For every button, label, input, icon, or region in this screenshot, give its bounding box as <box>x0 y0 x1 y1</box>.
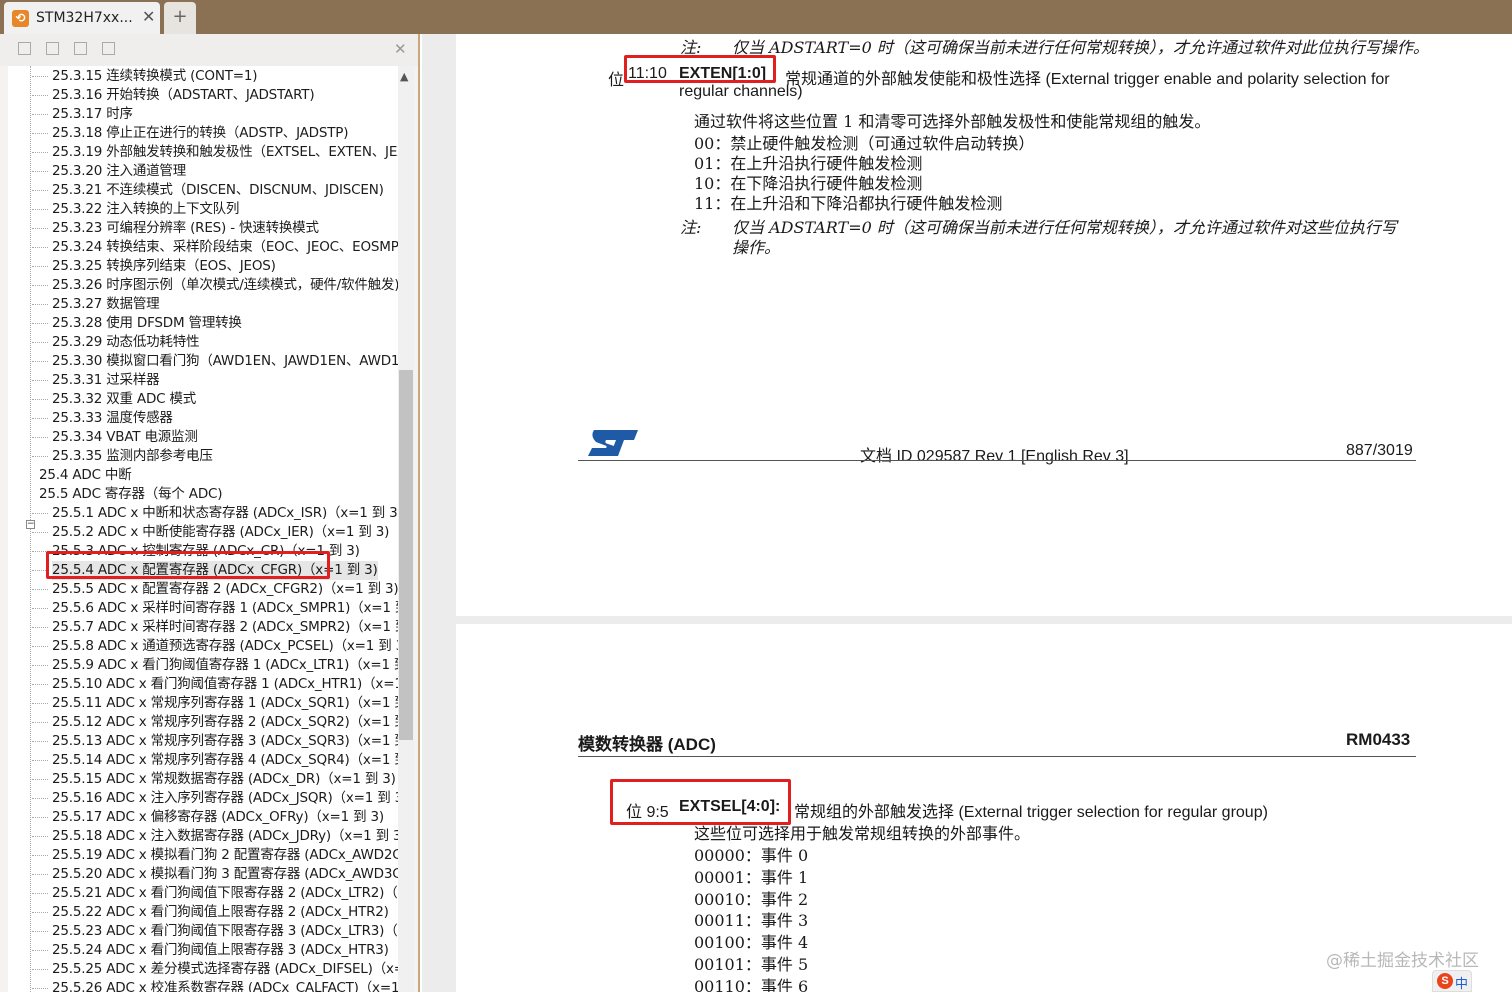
new-tab-button[interactable]: + <box>164 2 196 34</box>
sidebar-toolbar: ✕ <box>0 34 418 66</box>
bookmark-item[interactable]: 25.3.25 转换序列结束（EOS、JEOS) <box>32 257 276 276</box>
highlight-box <box>610 779 791 825</box>
bookmark-item[interactable]: 25.5.19 ADC x 模拟看门狗 2 配置寄存器 (ADCx_AWD2CR <box>32 846 398 865</box>
bookmark-item[interactable]: 25.5.1 ADC x 中断和状态寄存器 (ADCx_ISR)（x=1 到 3… <box>32 504 398 523</box>
sidebar-scrollbar[interactable]: ▲ <box>398 66 414 992</box>
ime-indicator[interactable]: S 中 <box>1432 970 1472 992</box>
footer-doc-id: 文档 ID 029587 Rev 1 [English Rev 3] <box>860 448 1129 465</box>
footer-page-number: 887/3019 <box>1346 442 1413 459</box>
bookmark-item[interactable]: 25.5.14 ADC x 常规序列寄存器 4 (ADCx_SQR4)（x=1 … <box>32 751 398 770</box>
bookmark-item[interactable]: 25.5.15 ADC x 常规数据寄存器 (ADCx_DR)（x=1 到 3) <box>32 770 396 789</box>
bookmark-item[interactable]: 25.3.28 使用 DFSDM 管理转换 <box>32 314 242 333</box>
close-tab-icon[interactable]: ✕ <box>142 7 155 26</box>
bookmark-item[interactable]: 25.3.24 转换结束、采样阶段结束（EOC、JEOC、EOSMP) <box>32 238 398 257</box>
extsel-option: 00110：事件 6 <box>694 976 809 992</box>
extsel-option: 00100：事件 4 <box>694 933 809 953</box>
exten-title-cont: regular channels) <box>679 83 803 100</box>
bookmark-item[interactable]: 25.3.20 注入通道管理 <box>31 162 186 181</box>
bookmark-item[interactable]: 25.3.21 不连续模式（DISCEN、DISCNUM、JDISCEN) <box>32 181 384 200</box>
bookmark-item[interactable]: 25.3.15 连续转换模式 (CONT=1) <box>31 67 258 86</box>
extsel-option: 00010：事件 2 <box>694 889 809 909</box>
running-header-ref: RM0433 <box>1346 730 1411 749</box>
bookmark-tree: 25.3.15 连续转换模式 (CONT=1) 25.3.16 开始转换（ADST… <box>8 66 398 992</box>
bookmark-item[interactable]: 25.3.22 注入转换的上下文队列 <box>31 200 239 219</box>
expand-all-icon[interactable] <box>18 42 31 55</box>
exten-option: 11：在上升沿和下降沿都执行硬件触发检测 <box>694 194 1003 213</box>
bookmark-item[interactable]: 25.3.27 数据管理 <box>31 295 160 314</box>
bookmark-item[interactable]: 25.5.26 ADC x 校准系数寄存器 (ADCx_CALFACT)（x=1… <box>32 979 398 992</box>
bookmark-item[interactable]: 25.5.6 ADC x 采样时间寄存器 1 (ADCx_SMPR1)（x=1 … <box>31 599 398 618</box>
bookmark-item[interactable]: 25.5 ADC 寄存器（每个 ADC) <box>39 485 223 504</box>
collapse-node-icon[interactable]: − <box>26 520 35 529</box>
bookmark-item[interactable]: 25.4 ADC 中断 <box>39 466 132 485</box>
bookmark-item[interactable]: 25.3.29 动态低功耗特性 <box>31 333 200 352</box>
bookmark-item[interactable]: 25.5.13 ADC x 常规序列寄存器 3 (ADCx_SQR3)（x=1 … <box>32 732 398 751</box>
exten-description: 通过软件将这些位置 1 和清零可选择外部触发极性和使能常规组的触发。 <box>694 112 1211 131</box>
bookmark-item[interactable]: 25.5.23 ADC x 看门狗阈值下限寄存器 3 (ADCx_LTR3)（x… <box>31 922 398 941</box>
bookmark-item[interactable]: 25.3.19 外部触发转换和触发极性（EXTSEL、EXTEN、JEXT <box>31 143 398 162</box>
bookmark-item[interactable]: 25.5.12 ADC x 常规序列寄存器 2 (ADCx_SQR2)（x=1 … <box>32 713 398 732</box>
bookmark-item[interactable]: 25.5.7 ADC x 采样时间寄存器 2 (ADCx_SMPR2)（x=1 … <box>31 618 398 637</box>
scroll-thumb[interactable] <box>399 370 413 740</box>
bookmark-item[interactable]: 25.3.34 VBAT 电源监测 <box>32 428 198 447</box>
watermark: @稀土掘金技术社区 <box>1326 951 1479 971</box>
extsel-option: 00001：事件 1 <box>694 867 809 887</box>
pdf-app-icon: ⟲ <box>12 10 29 27</box>
extsel-option: 00000：事件 0 <box>694 846 809 865</box>
bookmark-item[interactable]: 25.3.26 时序图示例（单次模式/连续模式，硬件/软件触发) <box>31 276 398 295</box>
extsel-option: 00101：事件 5 <box>694 955 809 974</box>
tab-bar: ⟲ STM32H7xx... ✕ + <box>0 0 1512 34</box>
bookmark-item[interactable]: 25.5.22 ADC x 看门狗阈值上限寄存器 2 (ADCx_HTR2)（x… <box>32 903 398 922</box>
running-header-section: 模数转换器 (ADC) <box>578 735 716 754</box>
bookmark-item[interactable]: 25.3.32 双重 ADC 模式 <box>31 390 196 409</box>
bookmark-item[interactable]: 25.3.30 模拟窗口看门狗（AWD1EN、JAWD1EN、AWD1 <box>31 352 398 371</box>
note-label: 注: <box>680 218 702 237</box>
page-887: 注: 仅当 ADSTART=0 时（这可确保当前未进行任何常规转换），才允许通过… <box>456 34 1512 616</box>
bookmark-item[interactable]: 25.5.21 ADC x 看门狗阈值下限寄存器 2 (ADCx_LTR2)（x… <box>31 884 398 903</box>
bookmark-item[interactable]: 25.5.24 ADC x 看门狗阈值上限寄存器 3 (ADCx_HTR3)（x… <box>32 941 398 960</box>
document-view[interactable]: 注: 仅当 ADSTART=0 时（这可确保当前未进行任何常规转换），才允许通过… <box>422 34 1512 992</box>
highlight-box <box>624 55 776 83</box>
footer-rule <box>578 460 1416 461</box>
bookmark-item[interactable]: 25.3.18 停止正在进行的转换（ADSTP、JADSTP) <box>31 124 349 143</box>
bookmark-item[interactable]: 25.5.25 ADC x 差分模式选择寄存器 (ADCx_DIFSEL)（x=… <box>31 960 398 979</box>
add-bookmark-icon[interactable] <box>74 42 87 55</box>
bookmark-item[interactable]: 25.3.33 温度传感器 <box>32 409 173 428</box>
ime-language: 中 <box>1455 977 1469 992</box>
extsel-title: 常规组的外部触发选择 (External trigger selection f… <box>794 804 1268 821</box>
highlight-box <box>46 551 330 579</box>
bookmark-item[interactable]: 25.3.23 可编程分辨率 (RES) - 快速转换模式 <box>32 219 319 238</box>
bookmark-item[interactable]: 25.5.9 ADC x 看门狗阈值寄存器 1 (ADCx_LTR1)（x=1 … <box>31 656 398 675</box>
st-logo <box>588 430 638 456</box>
bookmark-item[interactable]: 25.3.35 监测内部参考电压 <box>32 447 213 466</box>
bookmark-item[interactable]: 25.5.5 ADC x 配置寄存器 2 (ADCx_CFGR2)（x=1 到 … <box>31 580 398 599</box>
bookmark-item[interactable]: 25.5.11 ADC x 常规序列寄存器 1 (ADCx_SQR1)（x=1 … <box>32 694 398 713</box>
extsel-option: 00011：事件 3 <box>694 911 809 931</box>
bookmarks-sidebar: ✕ 25.3.15 连续转换模式 (CONT=1) 25.3.16 开始转换（AD… <box>0 34 420 992</box>
bookmark-item[interactable]: 25.5.8 ADC x 通道预选寄存器 (ADCx_PCSEL)（x=1 到 … <box>31 637 398 656</box>
bookmark-item[interactable]: 25.5.16 ADC x 注入序列寄存器 (ADCx_JSQR)（x=1 到 … <box>31 789 398 808</box>
tree-guide-line <box>30 66 31 992</box>
bookmark-item[interactable]: 25.5.2 ADC x 中断使能寄存器 (ADCx_IER)（x=1 到 3) <box>31 523 389 542</box>
scroll-up-icon[interactable]: ▲ <box>400 70 408 83</box>
document-tab[interactable]: ⟲ STM32H7xx... ✕ <box>4 2 160 34</box>
header-rule <box>578 756 1416 757</box>
close-sidebar-icon[interactable]: ✕ <box>394 40 407 58</box>
bookmark-item[interactable]: 25.3.17 时序 <box>32 105 133 124</box>
bit-prefix: 位 <box>608 70 625 89</box>
tab-title: STM32H7xx... <box>36 10 133 26</box>
delete-bookmark-icon[interactable] <box>102 42 115 55</box>
ime-logo-icon: S <box>1437 973 1453 989</box>
bookmark-item[interactable]: 25.5.20 ADC x 模拟看门狗 3 配置寄存器 (ADCx_AWD3CR <box>32 865 398 884</box>
bookmark-item[interactable]: 25.5.18 ADC x 注入数据寄存器 (ADCx_JDRy)（x=1 到 … <box>32 827 398 846</box>
collapse-all-icon[interactable] <box>46 42 59 55</box>
bookmark-item[interactable]: 25.3.16 开始转换（ADSTART、JADSTART) <box>31 86 315 105</box>
exten-title: 常规通道的外部触发使能和极性选择 (External trigger enabl… <box>785 71 1390 88</box>
note-text: 仅当 ADSTART=0 时（这可确保当前未进行任何常规转换），才允许通过软件对… <box>732 218 1397 237</box>
bookmark-item[interactable]: 25.5.10 ADC x 看门狗阈值寄存器 1 (ADCx_HTR1)（x=1… <box>31 675 398 694</box>
bookmark-item[interactable]: 25.5.17 ADC x 偏移寄存器 (ADCx_OFRy)（x=1 到 3) <box>32 808 384 827</box>
note-text: 仅当 ADSTART=0 时（这可确保当前未进行任何常规转换），才允许通过软件对… <box>732 38 1429 57</box>
note-text-cont: 操作。 <box>732 238 781 257</box>
bookmark-item[interactable]: 25.3.31 过采样器 <box>31 371 160 390</box>
